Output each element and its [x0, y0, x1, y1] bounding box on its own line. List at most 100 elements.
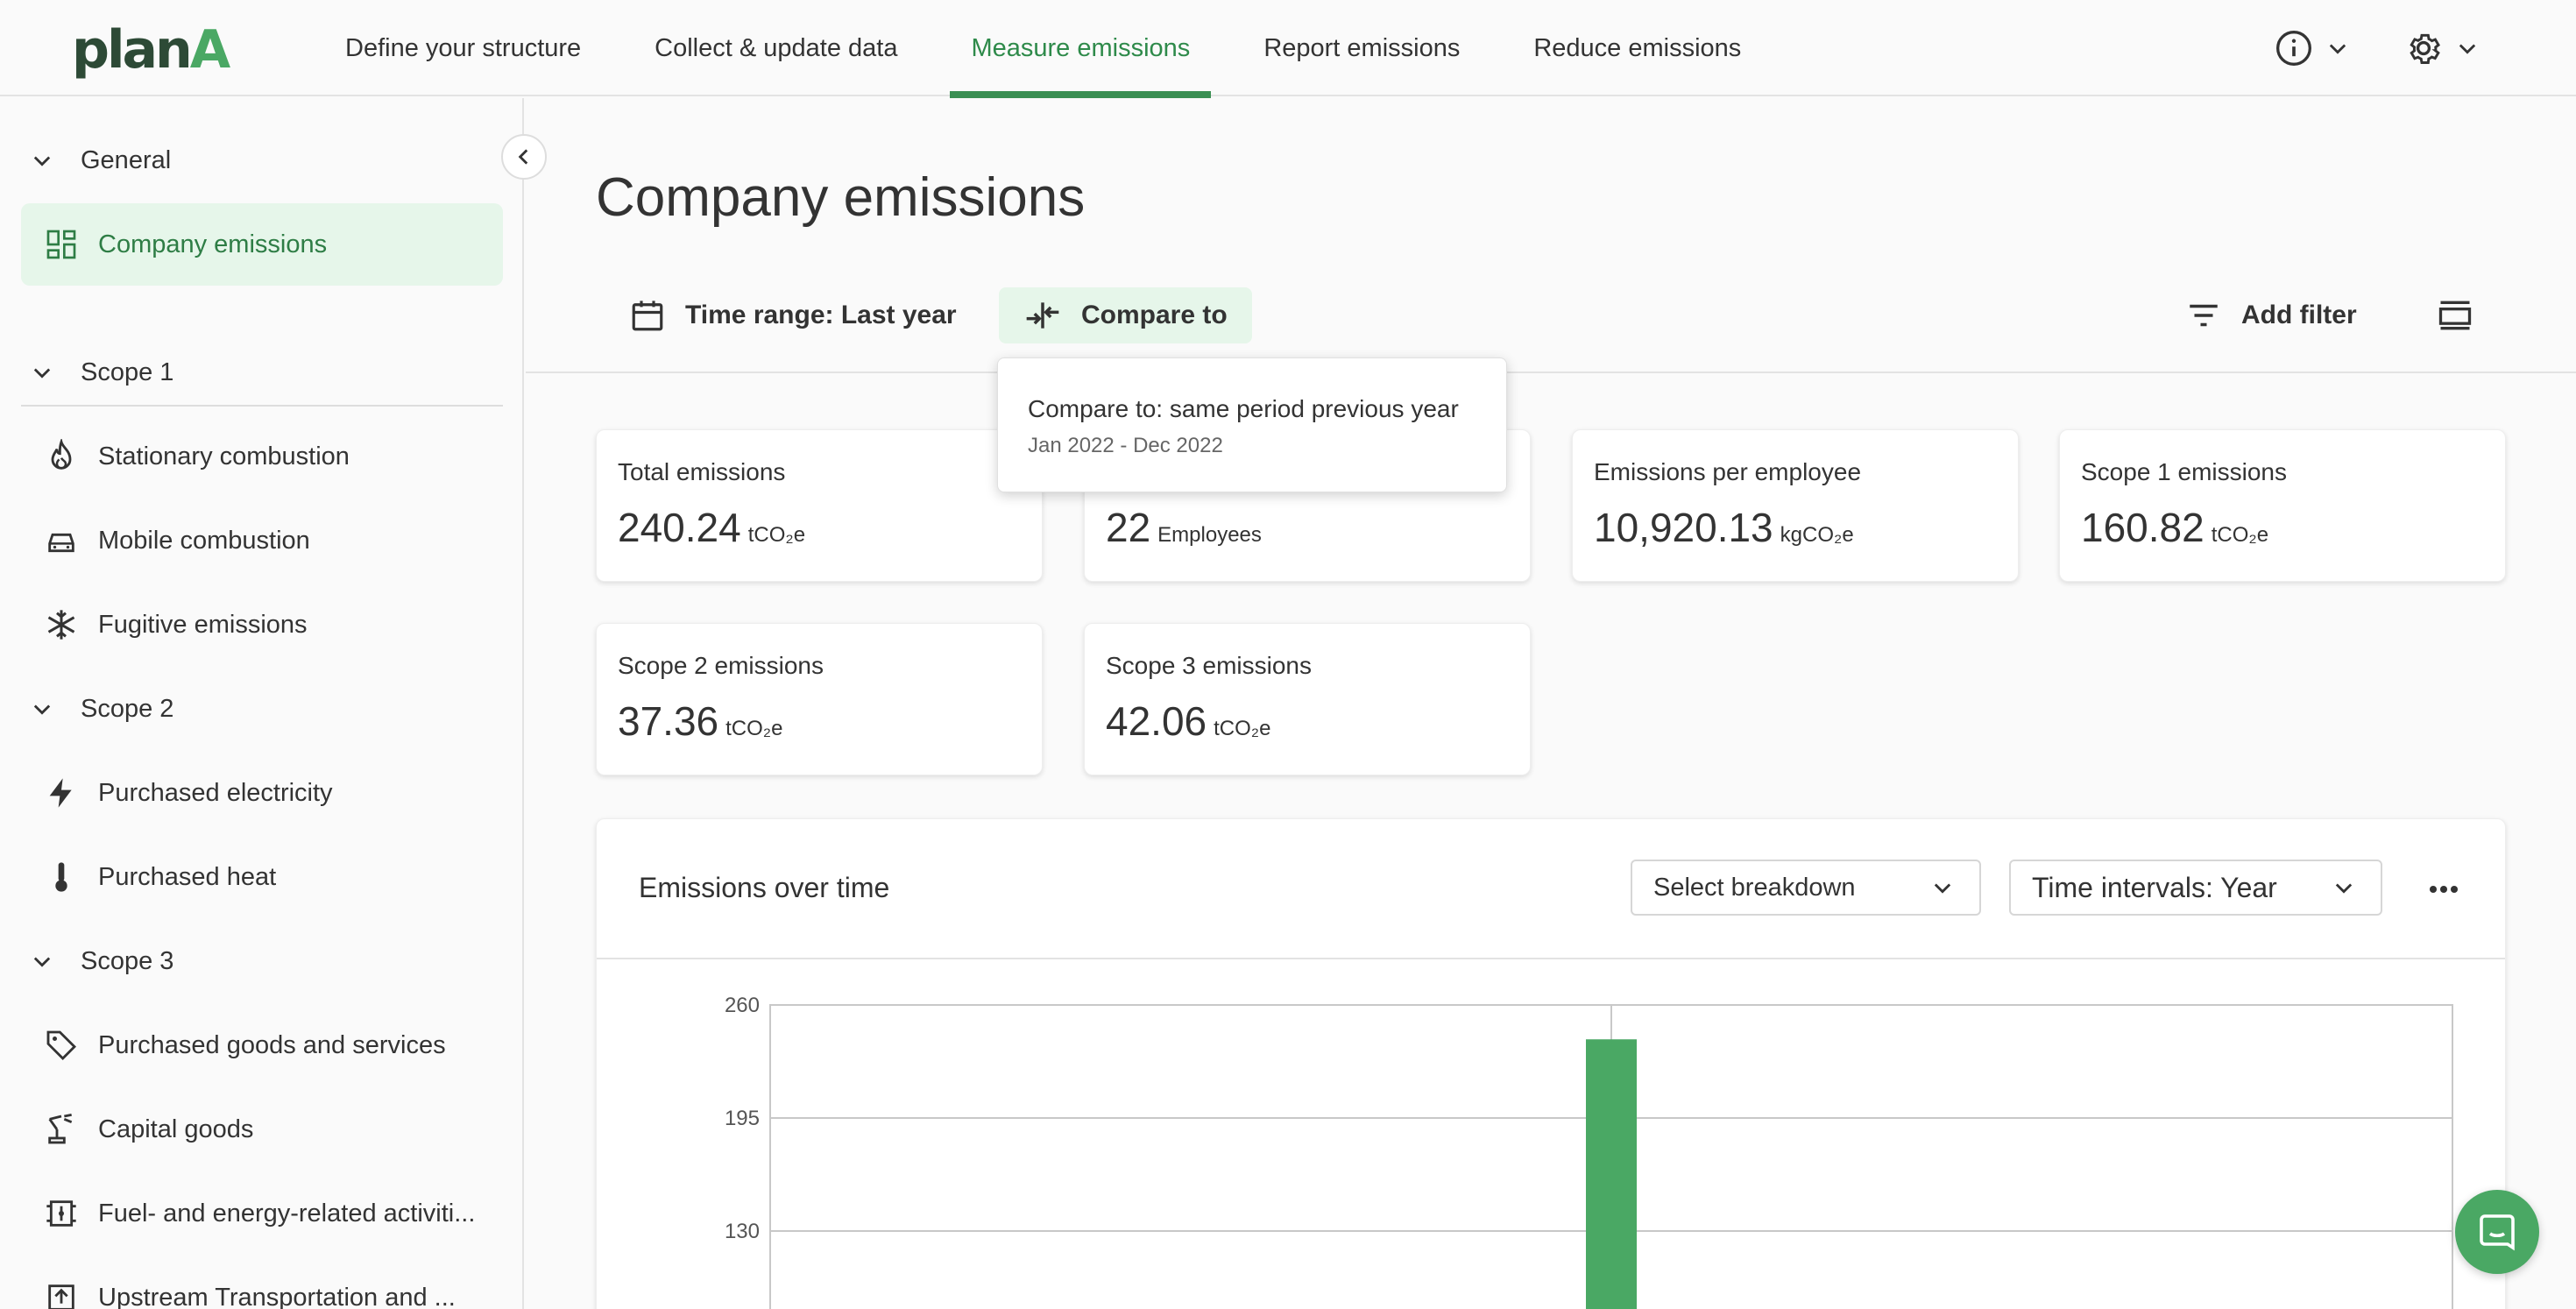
panel-title: Emissions over time [639, 872, 890, 903]
sidebar-item-company-emissions[interactable]: Company emissions [21, 203, 503, 286]
time-range-label: Time range: Last year [685, 301, 957, 329]
sidebar-group-scope3[interactable]: Scope 3 [30, 939, 173, 983]
tooltip-title: Compare to: same period previous year [1028, 395, 1459, 422]
kpi-card-scope1: Scope 1 emissions 160.82 tCO₂e [2059, 429, 2506, 582]
sidebar-group-label: Scope 2 [81, 694, 174, 723]
time-range-button[interactable]: Time range: Last year [605, 287, 981, 343]
time-intervals-value: Time intervals: Year [2032, 871, 2277, 903]
dashboard-icon [42, 225, 81, 264]
kpi-number: 22 [1106, 505, 1151, 550]
kpi-number: 160.82 [2081, 505, 2204, 550]
compare-to-label: Compare to [1081, 301, 1228, 329]
chart-y-tick-label: 260 [725, 994, 760, 1017]
toolbar-divider [526, 371, 2576, 373]
kpi-value: 42.06 tCO₂e [1106, 697, 1270, 745]
kpi-number: 42.06 [1106, 698, 1207, 744]
sidebar-group-general[interactable]: General [30, 138, 171, 182]
kpi-unit: tCO₂e [747, 523, 806, 547]
sidebar-item-purchased-goods[interactable]: Purchased goods and services [21, 1004, 503, 1086]
sidebar-collapse-button[interactable] [501, 134, 547, 180]
main-nav: Define your structure Collect & update d… [324, 0, 1794, 98]
sidebar-item-purchased-electricity[interactable]: Purchased electricity [21, 752, 503, 834]
chart-y-tick-label: 195 [725, 1107, 760, 1130]
compare-tooltip: Compare to: same period previous year Ja… [997, 357, 1507, 492]
sidebar-item-fuel-energy[interactable]: Fuel- and energy-related activiti... [21, 1172, 503, 1255]
sidebar: General Company emissions Scope 1 Statio… [0, 98, 524, 1309]
kpi-label: Scope 3 emissions [1106, 652, 1313, 679]
chevron-left-icon [518, 149, 528, 165]
nav-reduce-emissions[interactable]: Reduce emissions [1512, 0, 1762, 96]
nav-collect-data[interactable]: Collect & update data [633, 0, 918, 96]
chart-bar[interactable] [1586, 1039, 1637, 1309]
kpi-unit: Employees [1157, 523, 1262, 547]
kpi-number: 37.36 [618, 698, 719, 744]
info-icon [2276, 31, 2311, 66]
sidebar-item-label: Fuel- and energy-related activiti... [98, 1199, 476, 1228]
snowflake-icon [42, 605, 81, 644]
nav-report-emissions[interactable]: Report emissions [1242, 0, 1481, 96]
sidebar-item-upstream-transportation[interactable]: Upstream Transportation and ... [21, 1256, 503, 1309]
kpi-label: Emissions per employee [1594, 458, 1862, 485]
more-horizontal-icon [2430, 886, 2458, 893]
settings-menu-button[interactable] [2404, 25, 2480, 72]
kpi-value: 160.82 tCO₂e [2081, 504, 2268, 551]
sidebar-item-label: Purchased electricity [98, 778, 333, 807]
robot-arm-icon [42, 1110, 81, 1149]
flame-icon [42, 437, 81, 476]
compare-arrows-icon [1026, 302, 1059, 329]
kpi-card-scope2: Scope 2 emissions 37.36 tCO₂e [596, 623, 1043, 775]
kpi-card-scope3: Scope 3 emissions 42.06 tCO₂e [1084, 623, 1531, 775]
info-menu-button[interactable] [2275, 25, 2350, 72]
kpi-value: 10,920.13 kgCO₂e [1594, 504, 1854, 551]
sidebar-group-scope2[interactable]: Scope 2 [30, 687, 173, 731]
chevron-down-icon [2459, 44, 2476, 54]
sidebar-divider [21, 405, 503, 407]
emissions-over-time-panel: Emissions over time Select breakdown Tim… [596, 818, 2506, 1309]
tooltip-date-range: Jan 2022 - Dec 2022 [1028, 434, 1223, 457]
sidebar-item-label: Stationary combustion [98, 442, 350, 471]
compare-to-button[interactable]: Compare to [999, 287, 1252, 343]
sidebar-item-stationary-combustion[interactable]: Stationary combustion [21, 415, 503, 498]
breakdown-select[interactable]: Select breakdown [1631, 860, 1981, 916]
sidebar-item-label: Mobile combustion [98, 526, 310, 555]
more-options-button[interactable] [2419, 865, 2468, 914]
sidebar-item-purchased-heat[interactable]: Purchased heat [21, 836, 503, 918]
page-title: Company emissions [596, 167, 1086, 228]
filter-icon [2190, 304, 2218, 327]
sidebar-item-label: Purchased heat [98, 862, 277, 891]
chat-support-button[interactable] [2455, 1190, 2539, 1274]
kpi-number: 240.24 [618, 505, 741, 550]
chat-icon [2480, 1214, 2515, 1251]
sidebar-group-label: Scope 1 [81, 357, 174, 386]
sidebar-item-mobile-combustion[interactable]: Mobile combustion [21, 499, 503, 582]
kpi-unit: tCO₂e [725, 717, 783, 740]
kpi-unit: tCO₂e [1214, 717, 1271, 740]
nav-measure-emissions[interactable]: Measure emissions [950, 0, 1212, 98]
add-filter-button[interactable]: Add filter [2161, 287, 2381, 343]
chevron-down-icon [2329, 44, 2346, 54]
sidebar-item-label: Company emissions [98, 230, 328, 258]
gear-icon [2410, 33, 2440, 64]
chevron-down-icon [33, 156, 51, 166]
sidebar-group-label: Scope 3 [81, 946, 174, 975]
lightning-icon [42, 774, 81, 812]
plana-logo[interactable]: planA [72, 19, 230, 81]
time-intervals-select[interactable]: Time intervals: Year [2009, 860, 2382, 916]
panel-header: Emissions over time Select breakdown Tim… [597, 819, 2505, 959]
logo-accent: A [189, 19, 230, 81]
sidebar-group-scope1[interactable]: Scope 1 [30, 350, 173, 394]
sidebar-item-capital-goods[interactable]: Capital goods [21, 1088, 503, 1171]
kpi-label: Total emissions [618, 458, 786, 485]
kpi-card-total: Total emissions 240.24 tCO₂e [596, 429, 1043, 582]
nav-define-structure[interactable]: Define your structure [324, 0, 602, 96]
kpi-value: 22 Employees [1106, 504, 1262, 551]
layout-toggle-button[interactable] [2418, 287, 2492, 343]
chevron-down-icon [2335, 883, 2353, 894]
sidebar-group-label: General [81, 145, 172, 174]
sidebar-item-label: Capital goods [98, 1114, 254, 1143]
sidebar-item-label: Upstream Transportation and ... [98, 1283, 456, 1309]
kpi-unit: kgCO₂e [1780, 523, 1854, 547]
sidebar-item-label: Fugitive emissions [98, 610, 308, 639]
sidebar-item-fugitive-emissions[interactable]: Fugitive emissions [21, 584, 503, 666]
view-layout-icon [2438, 301, 2472, 330]
